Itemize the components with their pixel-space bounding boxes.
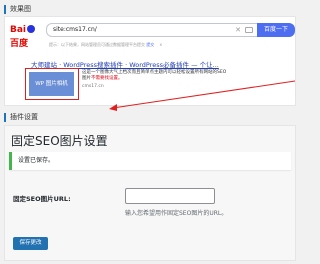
section-marker [4,112,6,122]
annotation-arrow-icon [109,80,296,111]
settings-panel: 固定SEO图片设置 设置已保存。 固定SEO图片URL: 输入您希望用作固定SE… [4,125,296,261]
tip-text: 提示：以下结果，网站管理员可通过数据管理平台提交 [49,42,145,47]
search-tip: 提示：以下结果，网站管理员可通过数据管理平台提交 提交 x [49,42,162,48]
baidu-search-button[interactable]: 百度一下 [257,23,295,37]
success-notice: 设置已保存。 [9,152,291,170]
camera-icon[interactable] [245,27,253,33]
baidu-search-input[interactable]: site:cms17.cn/ ✕ [46,23,258,37]
seo-image-url-description: 输入您希望用作固定SEO图片的URL。 [125,210,228,217]
preview-section-title: 效果图 [4,3,31,15]
baidu-logo: Bai 百度 [10,23,44,49]
preview-section-label: 效果图 [10,5,31,13]
close-icon[interactable]: ✕ [235,24,241,36]
plugin-section-title: 插件设置 [4,111,38,123]
preview-screenshot: Bai 百度 site:cms17.cn/ ✕ 百度一下 提示：以下结果，网站管理… [4,16,296,111]
section-marker [4,4,6,14]
result-thumbnail[interactable]: WP 图片相机 [29,72,74,96]
baidu-logo-text: Bai [10,25,27,35]
seo-image-url-label: 固定SEO图片URL: [13,195,71,203]
page-title: 固定SEO图片设置 [11,134,108,148]
baidu-logo-cn: 百度 [10,39,29,49]
tip-link[interactable]: 提交 [146,42,154,47]
paw-icon [27,25,36,33]
plugin-section-label: 插件设置 [10,113,38,121]
highlighted-thumbnail: WP 图片相机 [25,68,79,100]
seo-image-url-input[interactable] [125,188,215,204]
save-changes-button[interactable]: 保存更改 [13,237,48,250]
search-query: site:cms17.cn/ [53,26,97,33]
tip-close-icon[interactable]: x [160,42,162,47]
